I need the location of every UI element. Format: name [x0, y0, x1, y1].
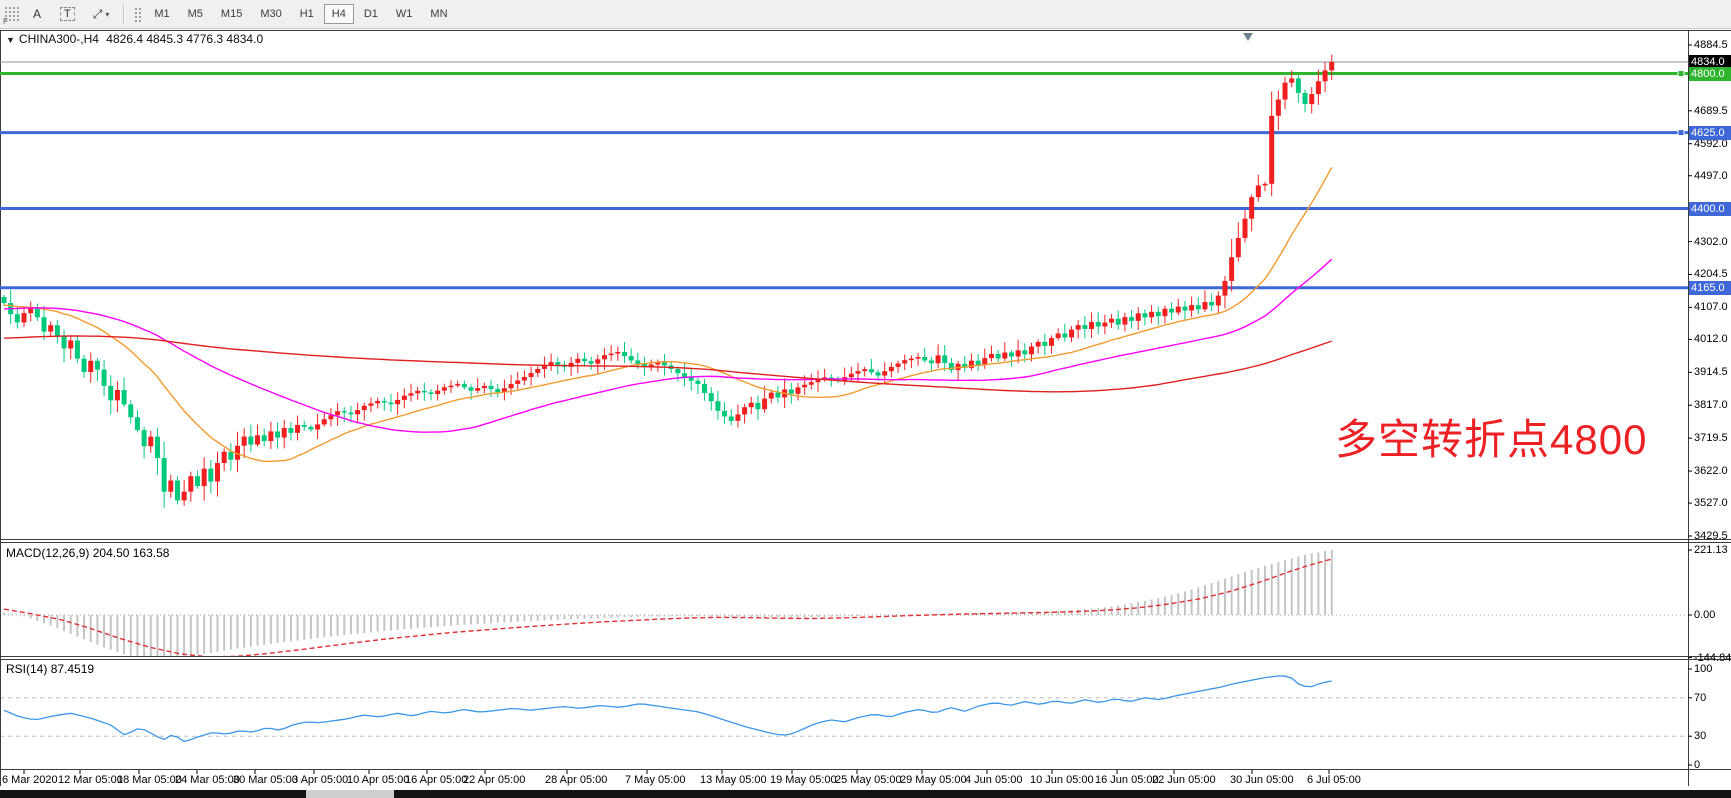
price-axis-tick: 4012.0	[1694, 333, 1728, 345]
chart-symbol-period: CHINA300-,H4	[19, 32, 99, 46]
time-axis-label[interactable]: 16 Jun 05:00	[1095, 774, 1159, 786]
down-arrow-marker[interactable]	[1243, 33, 1253, 41]
macd-signal-line	[4, 559, 1332, 657]
text-tool-button[interactable]: T	[53, 3, 82, 25]
time-axis-label[interactable]: 13 May 05:00	[700, 774, 767, 786]
price-axis-tick: 3914.5	[1694, 366, 1728, 378]
price-axis-tick: 3817.0	[1694, 399, 1728, 411]
macd-axis-tick: -144.84	[1694, 652, 1731, 664]
rsi-line	[4, 676, 1332, 742]
macd-name: MACD(12,26,9)	[6, 546, 89, 560]
price-badge-4625.0: 4625.0	[1689, 126, 1731, 140]
time-axis-label[interactable]: 6 Mar 2020	[2, 774, 58, 786]
price-axis-tick: 4884.5	[1694, 39, 1728, 51]
panel-borders	[0, 0, 1731, 798]
toolbar: F A T ⤢ ▾ M1M5M15M30H1H4D1W1MN	[0, 0, 1731, 29]
rsi-indicator-label: RSI(14) 87.4519	[6, 662, 94, 676]
rsi-axis-tick: 0	[1694, 759, 1700, 771]
rsi-axis-tick: 100	[1694, 663, 1712, 675]
timeframe-button-H4[interactable]: H4	[324, 4, 354, 24]
macd-panel	[0, 550, 1688, 659]
objects-tool-button[interactable]: ⤢ ▾	[86, 3, 117, 25]
time-axis-label[interactable]: 29 May 05:00	[900, 774, 967, 786]
time-axis-label[interactable]: 10 Apr 05:00	[347, 774, 409, 786]
timeframe-button-M15[interactable]: M15	[213, 4, 250, 24]
horizontal-lines[interactable]	[0, 62, 1688, 288]
time-axis-label[interactable]: 28 Apr 05:00	[545, 774, 607, 786]
time-axis-label[interactable]: 22 Jun 05:00	[1152, 774, 1216, 786]
slow-ma-line	[4, 336, 1332, 392]
fast-ma-line	[4, 167, 1332, 461]
annotation-text: 多空转折点4800	[1335, 406, 1647, 467]
time-axis-label[interactable]: 30 Mar 05:00	[233, 774, 298, 786]
rsi-name: RSI(14)	[6, 662, 47, 676]
timeframe-grip[interactable]	[133, 6, 141, 22]
text-tool-icon: T	[60, 7, 75, 21]
time-axis-label[interactable]: 4 Jun 05:00	[965, 774, 1023, 786]
time-axis-label[interactable]: 3 Apr 05:00	[292, 774, 348, 786]
price-axis-tick: 4689.5	[1694, 105, 1728, 117]
dropdown-caret-icon: ▾	[105, 10, 109, 19]
macd-indicator-label: MACD(12,26,9) 204.50 163.58	[6, 546, 169, 560]
timeframe-toolbar: M1M5M15M30H1H4D1W1MN	[145, 4, 456, 24]
mt4-terminal: F A T ⤢ ▾ M1M5M15M30H1H4D1W1MN ▼ CHINA300…	[0, 0, 1731, 798]
time-axis-label[interactable]: 18 Mar 05:00	[117, 774, 182, 786]
toolbar-grip-label: F	[3, 17, 8, 26]
price-axis-tick: 4204.5	[1694, 268, 1728, 280]
time-axis-label[interactable]: 19 May 05:00	[770, 774, 837, 786]
rsi-axis-tick: 30	[1694, 730, 1706, 742]
price-badge-4165.0: 4165.0	[1689, 281, 1731, 295]
macd-axis-tick: 0.00	[1694, 609, 1715, 621]
time-axis-label[interactable]: 10 Jun 05:00	[1030, 774, 1094, 786]
chart-ohlc-values: 4826.4 4845.3 4776.3 4834.0	[106, 32, 263, 46]
time-axis-label[interactable]: 12 Mar 05:00	[58, 774, 123, 786]
candles	[2, 55, 1335, 508]
timeframe-button-M5[interactable]: M5	[180, 4, 211, 24]
time-axis-label[interactable]: 30 Jun 05:00	[1230, 774, 1294, 786]
price-axis-tick: 4107.0	[1694, 301, 1728, 313]
toolbar-grip[interactable]: F	[3, 5, 19, 23]
price-axis-tick: 3622.0	[1694, 465, 1728, 477]
time-axis-label[interactable]: 25 May 05:00	[835, 774, 902, 786]
time-axis-label[interactable]: 6 Jul 05:00	[1307, 774, 1361, 786]
timeframe-button-M30[interactable]: M30	[252, 4, 289, 24]
price-badge-4800.0: 4800.0	[1689, 67, 1731, 81]
timeframe-button-D1[interactable]: D1	[356, 4, 386, 24]
price-axis-tick: 3719.5	[1694, 432, 1728, 444]
timeframe-button-M1[interactable]: M1	[146, 4, 177, 24]
price-axis-tick: 4302.0	[1694, 236, 1728, 248]
timeframe-button-H1[interactable]: H1	[292, 4, 322, 24]
support-4800-handle[interactable]	[1678, 71, 1684, 77]
price-axis-tick: 3527.0	[1694, 497, 1728, 509]
rsi-panel	[0, 676, 1688, 742]
arrows-icon: ⤢	[93, 7, 103, 22]
price-badge-4400.0: 4400.0	[1689, 202, 1731, 216]
moving-averages	[4, 167, 1332, 461]
symbol-dropdown-icon[interactable]: ▼	[6, 35, 15, 45]
time-axis-label[interactable]: 7 May 05:00	[625, 774, 686, 786]
rsi-axis-tick: 70	[1694, 692, 1706, 704]
toolbar-separator	[123, 4, 125, 24]
rsi-value: 87.4519	[51, 662, 94, 676]
time-axis-label[interactable]: 24 Mar 05:00	[175, 774, 240, 786]
timeframe-button-W1[interactable]: W1	[388, 4, 421, 24]
font-tool-button[interactable]: A	[25, 3, 49, 25]
time-axis-label[interactable]: 16 Apr 05:00	[405, 774, 467, 786]
time-axis-label[interactable]: 22 Apr 05:00	[463, 774, 525, 786]
price-axis-tick: 3429.5	[1694, 530, 1728, 542]
macd-axis-tick: 221.13	[1694, 544, 1728, 556]
level-4625-handle[interactable]	[1678, 130, 1684, 136]
price-axis-tick: 4497.0	[1694, 170, 1728, 182]
timeframe-button-MN[interactable]: MN	[422, 4, 455, 24]
macd-values: 204.50 163.58	[93, 546, 170, 560]
chart-canvas[interactable]	[0, 0, 1731, 798]
chart-title: ▼ CHINA300-,H4 4826.4 4845.3 4776.3 4834.…	[6, 32, 263, 46]
